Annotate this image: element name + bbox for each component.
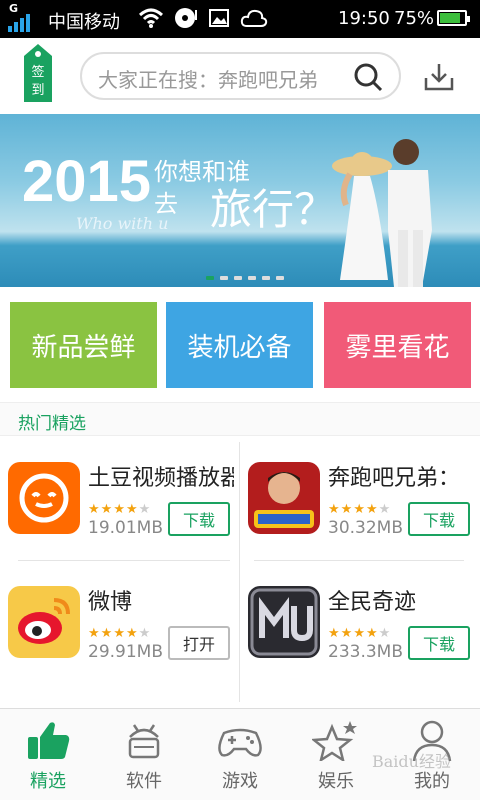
battery-percent: 75%: [394, 8, 435, 29]
tab-entertainment[interactable]: 娱乐: [288, 709, 384, 801]
tab-label: 娱乐: [318, 771, 354, 792]
weibo-icon: [8, 586, 80, 658]
rating-star-icon: ★: [138, 626, 151, 641]
header: 签 到 大家正在搜：奔跑吧兄弟: [0, 38, 480, 114]
signal-icon: [8, 14, 30, 32]
pager-dot[interactable]: [220, 276, 228, 280]
download-button[interactable]: 下载: [408, 502, 470, 536]
pager-dot[interactable]: [276, 276, 284, 280]
download-button[interactable]: 下载: [408, 626, 470, 660]
couple-illustration: [332, 139, 432, 287]
banner-script: Who with u: [76, 214, 169, 233]
rating-stars: ★ ★ ★ ★ ★: [88, 626, 150, 641]
app-name[interactable]: 土豆视频播放器: [88, 460, 234, 492]
open-button[interactable]: 打开: [168, 626, 230, 660]
pager-dot[interactable]: [234, 276, 242, 280]
app-card-mu[interactable]: 全民奇迹 ★ ★ ★ ★ ★ 233.3MB 下载: [240, 560, 480, 684]
section-header: 热门精选: [0, 402, 480, 436]
gamepad-icon: [218, 728, 262, 757]
running-man-icon: [248, 462, 320, 534]
section-title: 热门精选: [18, 414, 86, 434]
download-button[interactable]: 下载: [168, 502, 230, 536]
clock: 19:50: [338, 8, 390, 29]
app-size: 29.91MB: [88, 642, 163, 662]
tab-label: 软件: [126, 771, 162, 792]
signin-label-top: 签: [31, 64, 44, 80]
pager-dot[interactable]: [262, 276, 270, 280]
wifi-icon: [138, 8, 164, 28]
search-icon[interactable]: [353, 62, 383, 92]
search-input[interactable]: 大家正在搜：奔跑吧兄弟: [98, 64, 348, 93]
app-card-weibo[interactable]: 微博 ★ ★ ★ ★ ★ 29.91MB 打开: [0, 560, 240, 684]
app-card-tudou[interactable]: 土豆视频播放器 ★ ★ ★ ★ ★ 19.01MB 下载: [0, 436, 240, 560]
pager-dot[interactable]: [206, 276, 214, 280]
app-size: 19.01MB: [88, 518, 163, 538]
signin-label-bottom: 到: [31, 83, 44, 98]
category-new-button[interactable]: 新品尝鲜: [10, 302, 157, 388]
rating-star-icon: ★: [113, 626, 125, 641]
rating-stars: ★ ★ ★ ★ ★: [328, 502, 390, 517]
rating-star-icon: ★: [100, 502, 113, 517]
category-row: 新品尝鲜 装机必备 雾里看花: [0, 288, 480, 402]
rating-star-icon: ★: [353, 502, 365, 517]
rating-star-icon: ★: [138, 502, 151, 517]
rating-star-icon: ★: [100, 626, 113, 641]
rating-star-icon: ★: [125, 502, 138, 517]
watermark: Baidu经验: [372, 752, 451, 771]
status-bar: G 中国移动 19:50 75%: [0, 0, 480, 38]
rating-star-icon: ★: [88, 626, 100, 641]
rating-star-icon: ★: [378, 626, 391, 641]
rating-star-icon: ★: [125, 626, 138, 641]
tab-label: 精选: [30, 771, 66, 792]
rating-star-icon: ★: [365, 626, 378, 641]
category-entertainment-button[interactable]: 雾里看花: [324, 302, 471, 388]
banner-pager[interactable]: [206, 276, 284, 280]
rating-star-icon: ★: [328, 502, 340, 517]
image-notification-icon: [209, 9, 229, 27]
download-manager-icon[interactable]: [423, 62, 455, 92]
tab-featured[interactable]: 精选: [0, 709, 96, 801]
signin-tag-button[interactable]: 签 到: [20, 42, 56, 104]
category-essentials-button[interactable]: 装机必备: [166, 302, 313, 388]
music-disc-icon: [175, 8, 197, 28]
app-card-running-man[interactable]: 奔跑吧兄弟： ★ ★ ★ ★ ★ 30.32MB 下载: [240, 436, 480, 560]
rating-star-icon: ★: [378, 502, 391, 517]
tab-label: 游戏: [222, 771, 258, 792]
rating-stars: ★ ★ ★ ★ ★: [88, 502, 150, 517]
app-size: 233.3MB: [328, 642, 403, 662]
banner-year: 2015: [22, 149, 152, 214]
app-size: 30.32MB: [328, 518, 403, 538]
pager-dot[interactable]: [248, 276, 256, 280]
battery-icon: [437, 10, 470, 26]
thumbs-up-icon: [28, 722, 70, 759]
rating-star-icon: ★: [340, 626, 353, 641]
rating-star-icon: ★: [328, 626, 340, 641]
search-bar[interactable]: 大家正在搜：奔跑吧兄弟: [80, 52, 401, 100]
carrier-name: 中国移动: [48, 12, 120, 33]
rating-stars: ★ ★ ★ ★ ★: [328, 626, 390, 641]
tudou-icon: [8, 462, 80, 534]
rating-star-icon: ★: [113, 502, 125, 517]
tab-games[interactable]: 游戏: [192, 709, 288, 801]
tab-software[interactable]: 软件: [96, 709, 192, 801]
app-name[interactable]: 全民奇迹: [328, 584, 474, 616]
android-icon: [128, 724, 160, 759]
app-name[interactable]: 奔跑吧兄弟：: [328, 460, 474, 492]
mu-icon: [248, 586, 320, 658]
app-name[interactable]: 微博: [88, 584, 234, 616]
promo-banner[interactable]: 2015 你想和谁 去 旅行？ Who with u: [0, 114, 480, 287]
star-icon: [312, 721, 357, 761]
cloud-icon: [240, 9, 268, 27]
rating-star-icon: ★: [88, 502, 100, 517]
rating-star-icon: ★: [353, 626, 365, 641]
app-grid: 土豆视频播放器 ★ ★ ★ ★ ★ 19.01MB 下载 奔跑吧兄弟： ★ ★ ★ ★ ★ 30…: [0, 436, 480, 708]
rating-star-icon: ★: [340, 502, 353, 517]
rating-star-icon: ★: [365, 502, 378, 517]
